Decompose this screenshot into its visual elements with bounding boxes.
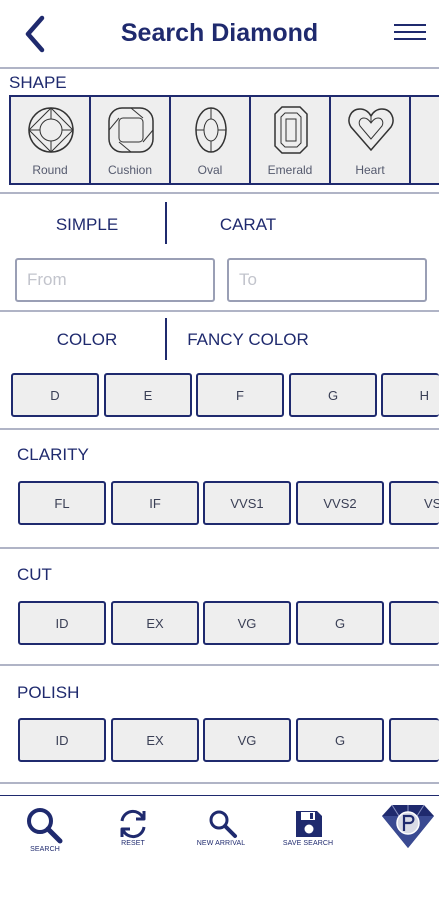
hamburger-menu-icon [394, 24, 426, 26]
shape-item-oval[interactable]: Oval [171, 97, 251, 183]
clarity-chip[interactable]: IF [111, 481, 199, 525]
nav-search[interactable]: SEARCH [1, 796, 89, 866]
divider [0, 428, 439, 430]
cut-chip[interactable] [389, 601, 439, 645]
clarity-chip[interactable]: VS1 [389, 481, 439, 525]
clarity-chip[interactable]: FL [18, 481, 106, 525]
nav-new-arrival[interactable]: NEW ARRIVAL [177, 796, 265, 866]
new-arrival-search-icon [209, 810, 237, 838]
clarity-label: CLARITY [17, 445, 89, 464]
polish-chip[interactable]: ID [18, 718, 106, 762]
nav-label: SAVE SEARCH [282, 840, 334, 847]
polish-chip[interactable]: VG [203, 718, 291, 762]
shape-name: Emerald [267, 163, 313, 177]
app-header: Search Diamond [0, 0, 439, 68]
tab-separator [165, 202, 167, 244]
tab-separator [165, 318, 167, 360]
shape-item-emerald[interactable]: Emerald [251, 97, 331, 183]
bottom-nav: SEARCH RESET NEW ARRIVAL SAVE SEARCH [0, 796, 439, 900]
shape-item-cushion[interactable]: Cushion [91, 97, 171, 183]
divider [0, 782, 439, 784]
clarity-chip[interactable]: VVS2 [296, 481, 384, 525]
reset-icon [120, 809, 146, 839]
nav-label: SEARCH [30, 846, 60, 853]
polish-label: POLISH [17, 683, 80, 702]
cushion-diamond-icon [108, 107, 154, 153]
nav-label: RESET [121, 840, 145, 847]
divider [0, 310, 439, 312]
nav-label: NEW ARRIVAL [196, 840, 246, 847]
oval-diamond-icon [195, 107, 227, 153]
clarity-chip[interactable]: VVS1 [203, 481, 291, 525]
round-diamond-icon [28, 107, 74, 153]
nav-save-search[interactable]: SAVE SEARCH [264, 796, 352, 866]
search-icon [27, 808, 63, 844]
brand-logo-icon [382, 804, 434, 848]
color-chip[interactable]: F [196, 373, 284, 417]
polish-chip[interactable]: EX [111, 718, 199, 762]
shape-label: SHAPE [9, 73, 67, 92]
divider [0, 67, 439, 69]
color-chip[interactable]: E [104, 373, 192, 417]
shape-item-round[interactable]: Round [11, 97, 91, 183]
color-chip[interactable]: H [381, 373, 439, 417]
nav-reset[interactable]: RESET [89, 796, 177, 866]
shape-name: Oval [197, 163, 223, 177]
heart-diamond-icon [348, 108, 394, 152]
cut-chip[interactable]: EX [111, 601, 199, 645]
tab-fancy-color[interactable]: FANCY COLOR [178, 330, 318, 350]
carat-to-input[interactable] [227, 258, 427, 302]
shape-item-partial[interactable] [411, 97, 439, 183]
carat-from-input[interactable] [15, 258, 215, 302]
cut-chip[interactable]: G [296, 601, 384, 645]
cut-chip[interactable]: ID [18, 601, 106, 645]
divider [0, 547, 439, 549]
cut-label: CUT [17, 565, 52, 584]
cut-chip[interactable]: VG [203, 601, 291, 645]
emerald-diamond-icon [274, 106, 308, 154]
shape-selector: Round Cushion Oval Emerald Heart [9, 95, 439, 185]
shape-name: Round [32, 163, 68, 177]
polish-chip[interactable]: G [296, 718, 384, 762]
shape-item-heart[interactable]: Heart [331, 97, 411, 183]
shape-name: Heart [355, 163, 385, 177]
polish-chip[interactable] [389, 718, 439, 762]
tab-color[interactable]: COLOR [17, 330, 157, 350]
shape-name: Cushion [107, 163, 153, 177]
divider [0, 192, 439, 194]
color-chip[interactable]: D [11, 373, 99, 417]
tab-simple[interactable]: SIMPLE [17, 215, 157, 235]
divider [0, 664, 439, 666]
menu-button[interactable] [394, 24, 426, 46]
color-chip[interactable]: G [289, 373, 377, 417]
page-title: Search Diamond [120, 19, 319, 47]
nav-brand-logo[interactable] [351, 796, 439, 866]
save-icon [296, 811, 322, 837]
tab-carat[interactable]: CARAT [178, 215, 318, 235]
